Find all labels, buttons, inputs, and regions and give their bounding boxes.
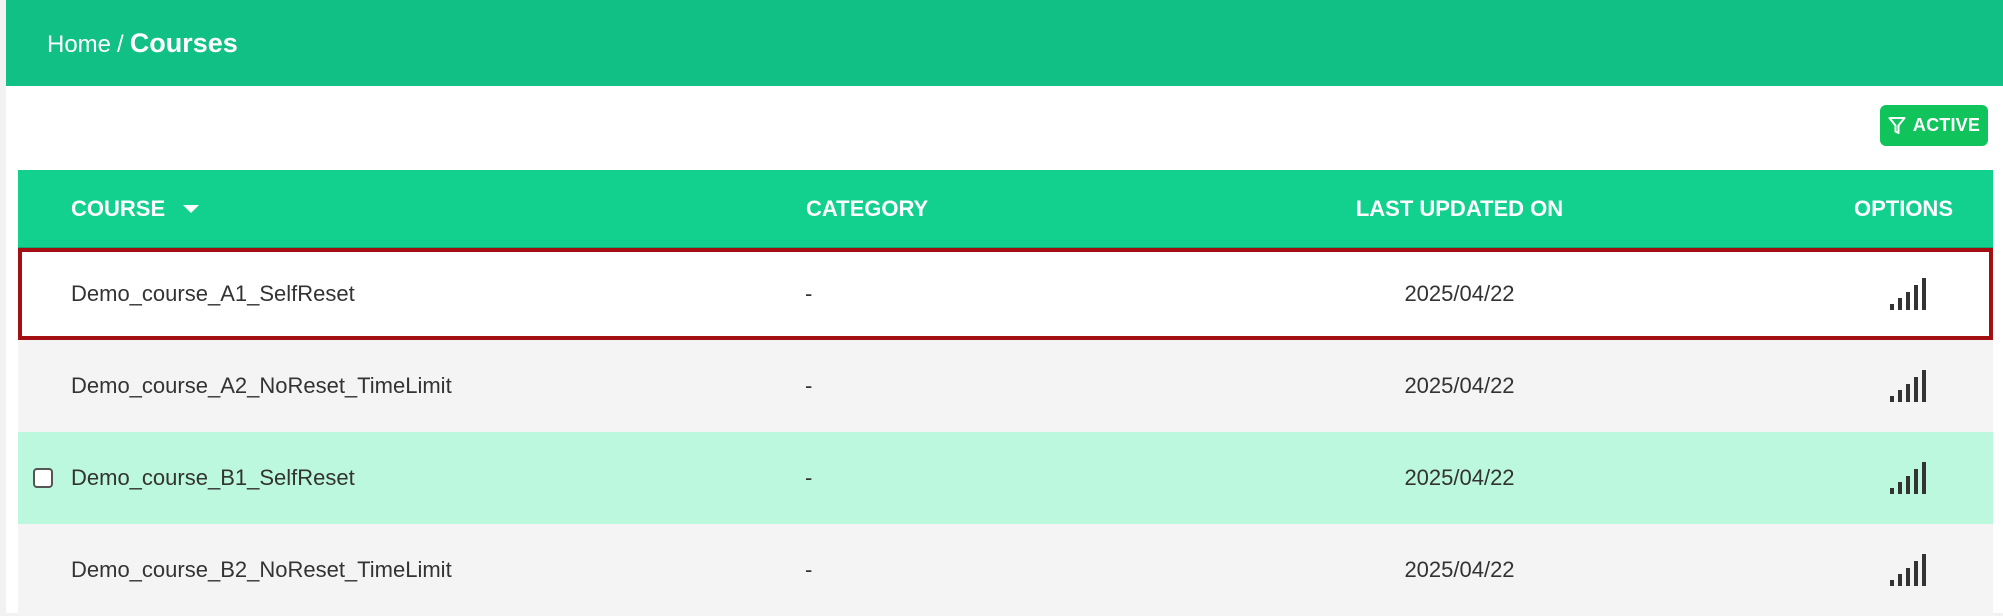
top-header-bar: Home / Courses	[6, 0, 2003, 86]
column-header-last-updated: LAST UPDATED ON	[1355, 195, 1564, 221]
options-button[interactable]	[1878, 524, 1938, 616]
options-button[interactable]	[1878, 432, 1938, 524]
table-row[interactable]: Demo_course_B1_SelfReset - 2025/04/22	[18, 432, 1993, 524]
course-category: -	[805, 281, 813, 306]
filter-button-label: ACTIVE	[1912, 115, 1981, 135]
breadcrumb: Home / Courses	[47, 28, 238, 59]
course-name[interactable]: Demo_course_B1_SelfReset	[71, 432, 355, 524]
signal-bars-icon	[1890, 370, 1926, 402]
course-last-updated: 2025/04/22	[1404, 557, 1515, 582]
table-row[interactable]: Demo_course_A2_NoReset_TimeLimit - 2025/…	[18, 340, 1993, 432]
page-title: Courses	[129, 27, 238, 58]
app-frame: Home / Courses ACTIVE COURSE CATEGORY LA…	[6, 0, 2003, 616]
course-last-updated: 2025/04/22	[1404, 281, 1515, 306]
course-name[interactable]: Demo_course_A2_NoReset_TimeLimit	[71, 340, 452, 432]
signal-bars-icon	[1890, 462, 1926, 494]
course-name[interactable]: Demo_course_B2_NoReset_TimeLimit	[71, 524, 452, 616]
options-button[interactable]	[1878, 340, 1938, 432]
signal-bars-icon	[1890, 278, 1926, 310]
active-filter-button[interactable]: ACTIVE	[1880, 105, 1988, 146]
signal-bars-icon	[1890, 554, 1926, 586]
breadcrumb-separator: /	[117, 30, 124, 58]
course-name[interactable]: Demo_course_A1_SelfReset	[71, 248, 355, 340]
course-last-updated: 2025/04/22	[1404, 373, 1515, 398]
table-header: COURSE CATEGORY LAST UPDATED ON OPTIONS	[18, 170, 1993, 248]
course-category: -	[805, 557, 813, 582]
column-header-category: CATEGORY	[806, 195, 929, 221]
course-category: -	[805, 465, 813, 490]
row-select-cell	[33, 432, 53, 524]
column-header-course-label: COURSE	[71, 195, 166, 221]
table-row[interactable]: Demo_course_B2_NoReset_TimeLimit - 2025/…	[18, 524, 1993, 616]
column-header-course[interactable]: COURSE	[71, 170, 200, 247]
course-last-updated: 2025/04/22	[1404, 465, 1515, 490]
row-select-checkbox[interactable]	[33, 468, 53, 488]
table-row[interactable]: Demo_course_A1_SelfReset - 2025/04/22	[18, 248, 1993, 340]
courses-table: COURSE CATEGORY LAST UPDATED ON OPTIONS …	[18, 170, 1993, 616]
column-header-options: OPTIONS	[1853, 195, 1953, 221]
caret-down-icon	[183, 204, 200, 213]
breadcrumb-home-link[interactable]: Home	[47, 31, 111, 59]
course-category: -	[805, 373, 813, 398]
options-button[interactable]	[1878, 248, 1938, 340]
filter-icon	[1888, 116, 1906, 134]
